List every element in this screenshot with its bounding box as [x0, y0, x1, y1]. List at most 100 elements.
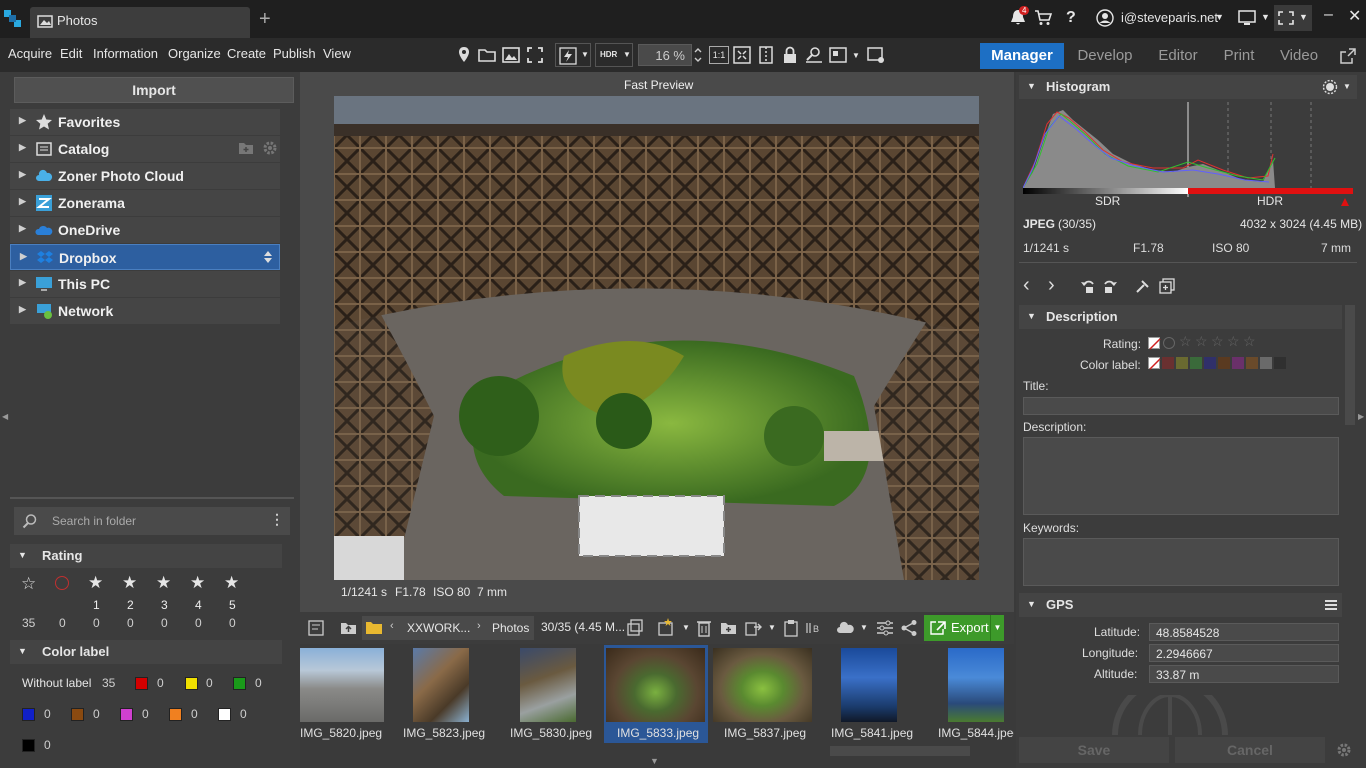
swatch-brown[interactable]: [71, 708, 84, 721]
cancel-button[interactable]: Cancel: [1175, 737, 1325, 763]
breadcrumb-sub[interactable]: Photos: [492, 621, 529, 635]
expand-arrow-icon[interactable]: ▶: [19, 277, 26, 288]
swatch-orange[interactable]: [169, 708, 182, 721]
filmstrip-scrollbar[interactable]: [830, 746, 970, 756]
thumbnail[interactable]: [841, 648, 897, 722]
paste-icon[interactable]: [782, 619, 800, 637]
mode-video[interactable]: Video: [1276, 43, 1322, 69]
histogram-header[interactable]: ▼ Histogram ▼: [1019, 75, 1357, 99]
location-pin-icon[interactable]: [452, 43, 476, 67]
rotate-left-icon[interactable]: [1080, 278, 1096, 294]
sun-settings-icon[interactable]: [1322, 79, 1338, 95]
star-4-icon[interactable]: ★: [190, 573, 205, 593]
share-icon[interactable]: [900, 619, 918, 637]
flash-button[interactable]: ▼: [555, 43, 591, 67]
user-chevron-down-icon[interactable]: ▼: [1215, 12, 1224, 22]
copy-chevron-icon[interactable]: ▼: [768, 623, 776, 632]
label-swatch[interactable]: [1274, 357, 1286, 369]
thumbnail-label[interactable]: IMG_5844.jpeg: [938, 726, 1014, 740]
thumbnail-label[interactable]: IMG_5823.jpeg: [403, 726, 485, 740]
one-to-one-button[interactable]: 1:1: [709, 46, 729, 64]
rating-star-icon[interactable]: ☆: [1211, 333, 1224, 350]
star-1-icon[interactable]: ★: [88, 573, 103, 593]
sort-arrows-icon[interactable]: [263, 250, 273, 264]
new-folder-icon[interactable]: [720, 619, 738, 637]
description-textarea[interactable]: [1023, 437, 1339, 515]
panel-settings-gear-icon[interactable]: [1336, 742, 1352, 758]
tree-item-zoner-cloud[interactable]: ▶ Zoner Photo Cloud: [10, 163, 280, 189]
color-label-picker[interactable]: [1148, 357, 1288, 371]
share-cloud-icon[interactable]: [836, 619, 856, 637]
user-email[interactable]: i@steveparis.net: [1121, 10, 1218, 25]
menu-view[interactable]: View: [323, 46, 351, 61]
breadcrumb-back-icon[interactable]: ‹: [390, 620, 394, 632]
compare-icon[interactable]: [754, 43, 778, 67]
swatch-blue[interactable]: [22, 708, 35, 721]
rating-section-header[interactable]: ▼ Rating: [10, 544, 282, 568]
rotate-right-icon[interactable]: [1102, 278, 1118, 294]
folder-icon[interactable]: [365, 621, 383, 635]
thumbnail-label[interactable]: IMG_5841.jpeg: [831, 726, 913, 740]
title-input[interactable]: [1023, 397, 1339, 415]
swatch-yellow[interactable]: [185, 677, 198, 690]
thumbnail[interactable]: [713, 648, 812, 722]
hdr-button[interactable]: HDR ▼: [595, 43, 633, 67]
image-settings-icon[interactable]: [864, 43, 888, 67]
thumbnail[interactable]: [300, 648, 384, 722]
add-folder-icon[interactable]: [238, 141, 254, 155]
menu-acquire[interactable]: Acquire: [8, 46, 52, 61]
layout-icon[interactable]: [826, 43, 850, 67]
expand-arrow-icon[interactable]: ▶: [19, 142, 26, 153]
menu-create[interactable]: Create: [227, 46, 266, 61]
star-5-icon[interactable]: ★: [224, 573, 239, 593]
label-swatch[interactable]: [1232, 357, 1244, 369]
previous-arrow-icon[interactable]: ‹: [1023, 275, 1030, 295]
thumbnail-label[interactable]: IMG_5833.jpeg: [617, 726, 699, 740]
expand-arrow-icon[interactable]: ▶: [20, 251, 27, 262]
help-icon[interactable]: ?: [1066, 9, 1076, 27]
expand-arrow-icon[interactable]: ▶: [19, 115, 26, 126]
layout-chevron-icon[interactable]: ▼: [852, 51, 860, 60]
external-window-icon[interactable]: [1340, 48, 1356, 64]
rejected-icon[interactable]: [55, 576, 69, 590]
keywords-textarea[interactable]: [1023, 538, 1339, 586]
label-swatch[interactable]: [1176, 357, 1188, 369]
swatch-red[interactable]: [135, 677, 148, 690]
swatch-black[interactable]: [22, 739, 35, 752]
import-button[interactable]: Import: [14, 77, 294, 103]
expand-arrow-icon[interactable]: ▶: [19, 223, 26, 234]
search-person-icon[interactable]: [802, 43, 826, 67]
select-chevron-icon[interactable]: ▼: [682, 623, 690, 632]
menu-edit[interactable]: Edit: [60, 46, 82, 61]
search-input[interactable]: Search in folder ⋮: [14, 507, 290, 535]
tree-item-network[interactable]: ▶ Network: [10, 298, 280, 324]
panel-divider[interactable]: [10, 497, 294, 499]
breadcrumb-folder[interactable]: XXWORK...: [407, 621, 470, 635]
monitor-icon[interactable]: [1238, 10, 1258, 26]
main-preview-image[interactable]: [334, 96, 979, 580]
open-folder-icon[interactable]: [475, 43, 499, 67]
gear-icon[interactable]: [262, 140, 278, 156]
swatch-green[interactable]: [233, 677, 246, 690]
zoom-stepper-icon[interactable]: [693, 46, 703, 64]
export-button[interactable]: Export ▼: [924, 615, 1004, 641]
collapse-right-icon[interactable]: ▶: [1358, 412, 1364, 421]
expand-arrow-icon[interactable]: ▶: [19, 196, 26, 207]
label-swatch[interactable]: [1260, 357, 1272, 369]
label-swatch[interactable]: [1204, 357, 1216, 369]
thumbnail-label[interactable]: IMG_5830.jpeg: [510, 726, 592, 740]
fullscreen-button[interactable]: ▼: [1274, 5, 1312, 31]
altitude-input[interactable]: 33.87 m: [1149, 665, 1339, 683]
star-3-icon[interactable]: ★: [156, 573, 171, 593]
clear-color-icon[interactable]: [1148, 357, 1161, 370]
menu-hamburger-icon[interactable]: [1324, 598, 1338, 612]
thumbnail[interactable]: [413, 648, 469, 722]
rating-stars[interactable]: ☆ ☆ ☆ ☆ ☆: [1148, 333, 1258, 352]
more-vert-icon[interactable]: ⋮: [270, 511, 284, 528]
tools-icon[interactable]: [1135, 278, 1151, 294]
swatch-white[interactable]: [218, 708, 231, 721]
star-2-icon[interactable]: ★: [122, 573, 137, 593]
histogram-chevron-icon[interactable]: ▼: [1343, 82, 1351, 91]
latitude-input[interactable]: 48.8584528: [1149, 623, 1339, 641]
copy-to-icon[interactable]: [744, 619, 762, 637]
